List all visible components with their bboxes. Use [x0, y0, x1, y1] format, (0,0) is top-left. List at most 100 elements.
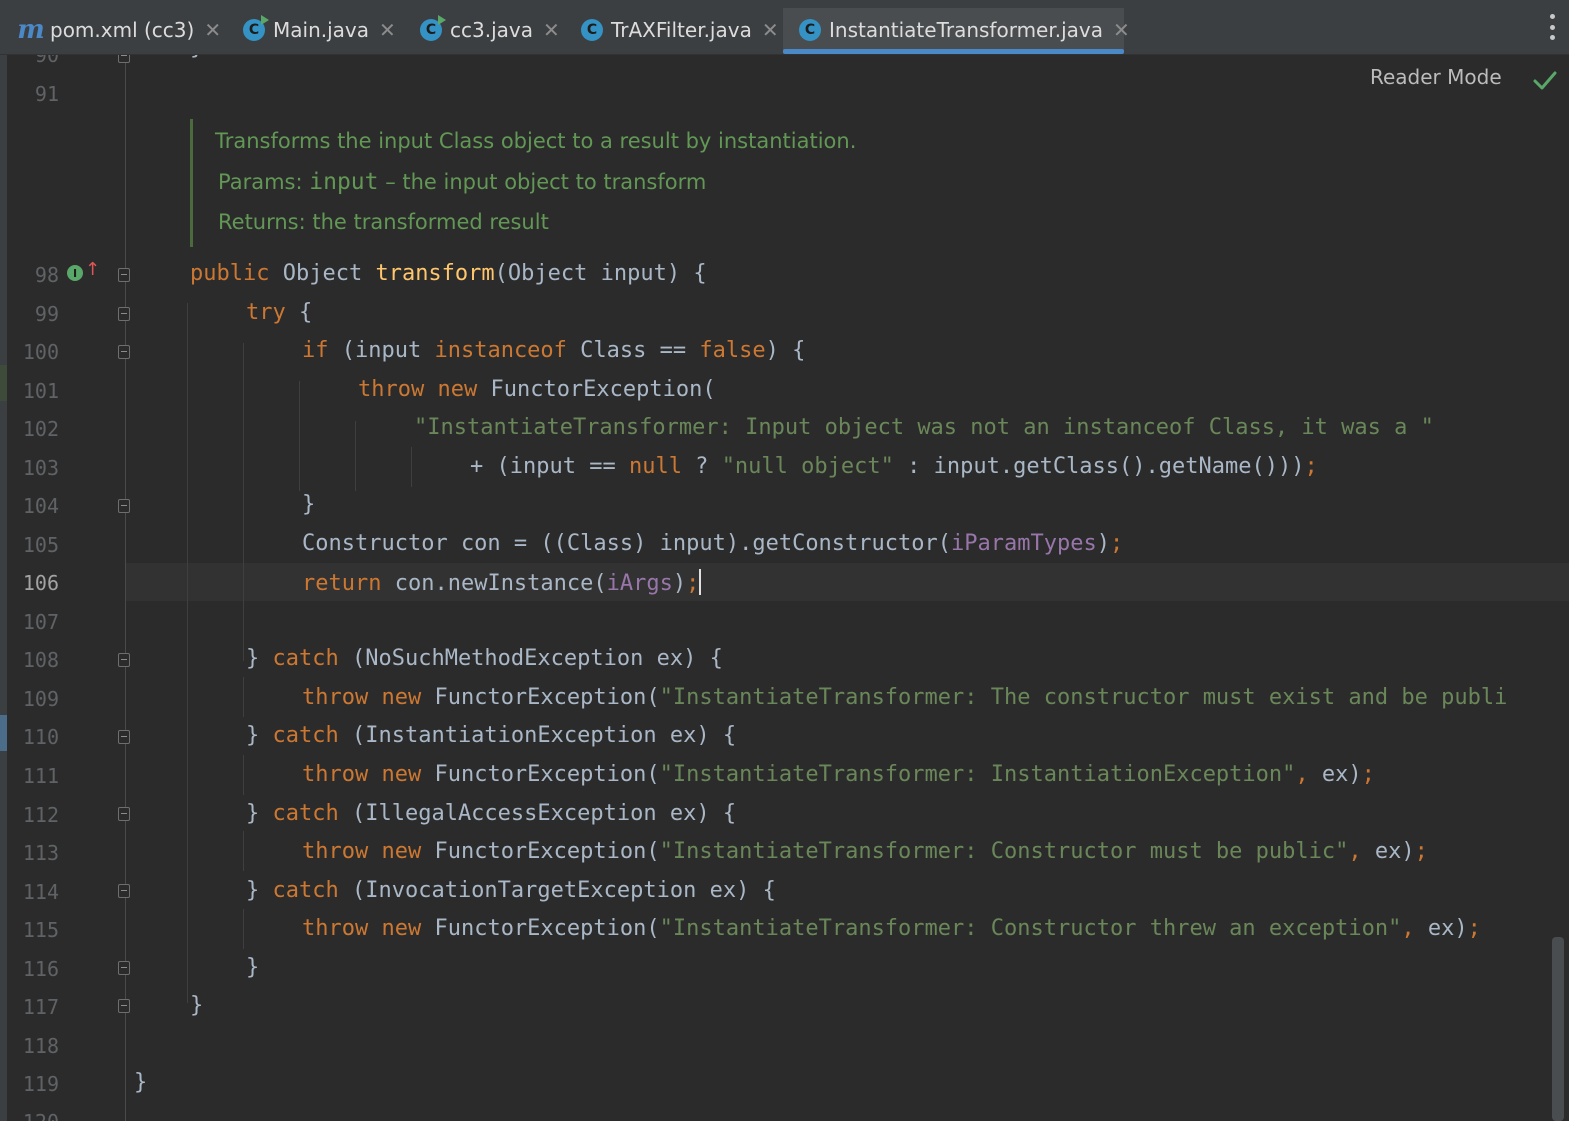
- fold-marker[interactable]: [118, 268, 130, 282]
- indent-guide: [243, 755, 244, 795]
- doc-summary: Transforms the input Class object to a r…: [215, 129, 857, 153]
- line-number: 105: [22, 533, 59, 557]
- doc-comment-bar: [190, 119, 193, 247]
- change-marker: [0, 365, 7, 401]
- code-line: } catch (InstantiationException ex) {: [246, 723, 737, 748]
- line-number: 119: [22, 1072, 59, 1096]
- arrow-up-icon: ↑: [85, 259, 101, 280]
- tab-instantiatetransformer-java[interactable]: C InstantiateTransformer.java ✕: [783, 8, 1130, 54]
- code-line: try {: [246, 300, 313, 325]
- indent-guide: [187, 303, 188, 1003]
- close-icon[interactable]: ✕: [379, 18, 396, 42]
- java-class-run-icon: C: [243, 15, 269, 41]
- line-number-current: 106: [22, 571, 59, 595]
- fold-marker[interactable]: [118, 999, 130, 1013]
- code-line: Constructor con = ((Class) input).getCon…: [302, 531, 1124, 556]
- code-line-current: return con.newInstance(iArgs);: [302, 569, 702, 596]
- doc-returns-desc: the transformed result: [312, 210, 549, 234]
- line-number: 99: [34, 302, 59, 326]
- line-number: 104: [22, 494, 59, 518]
- doc-returns: Returns: the transformed result: [218, 210, 549, 234]
- code-line: } catch (NoSuchMethodException ex) {: [246, 646, 723, 671]
- check-icon[interactable]: [1532, 67, 1558, 93]
- close-icon[interactable]: ✕: [1113, 18, 1130, 42]
- implements-method-icon[interactable]: I: [67, 265, 83, 281]
- code-line: }: [190, 55, 203, 60]
- indent-guide: [243, 909, 244, 949]
- fold-marker[interactable]: [118, 730, 130, 744]
- code-line: }: [302, 492, 316, 517]
- maven-icon: m: [17, 15, 45, 45]
- fold-marker[interactable]: [118, 961, 130, 975]
- code-line: "InstantiateTransformer: Input object wa…: [414, 415, 1434, 440]
- vertical-scrollbar[interactable]: [1552, 937, 1564, 1121]
- line-number: 102: [22, 417, 59, 441]
- line-number: 120: [14, 1110, 59, 1121]
- tab-label: InstantiateTransformer.java: [829, 18, 1104, 42]
- line-number: 111: [22, 764, 59, 788]
- java-class-run-icon: C: [420, 15, 446, 41]
- left-tool-strip: [0, 55, 7, 1121]
- fold-marker[interactable]: [118, 345, 130, 359]
- code-line: throw new FunctorException("InstantiateT…: [302, 685, 1508, 710]
- editor-tab-bar: m pom.xml (cc3) ✕ C Main.java ✕ C cc3.ja…: [0, 0, 1569, 55]
- line-number: 91: [34, 82, 59, 106]
- close-icon[interactable]: ✕: [543, 18, 560, 42]
- line-number: 116: [22, 957, 59, 981]
- line-number: 90: [34, 55, 59, 67]
- indent-guide: [243, 677, 244, 717]
- indent-guide: [243, 831, 244, 871]
- java-class-icon: C: [799, 19, 821, 41]
- tab-label: cc3.java: [450, 18, 533, 42]
- code-line: }: [134, 1070, 148, 1095]
- fold-marker[interactable]: [118, 884, 130, 898]
- tab-traxfilter-java[interactable]: C TrAXFilter.java ✕: [581, 8, 779, 52]
- code-line: throw new FunctorException("InstantiateT…: [302, 839, 1428, 864]
- line-number: 101: [22, 379, 59, 403]
- line-number: 107: [22, 610, 59, 634]
- tab-cc3-java[interactable]: C cc3.java ✕: [420, 8, 560, 52]
- code-line: throw new FunctorException("InstantiateT…: [302, 762, 1375, 787]
- doc-param-name: input: [309, 169, 379, 195]
- indent-guide: [299, 381, 300, 491]
- indent-guide: [355, 421, 356, 491]
- tab-main-java[interactable]: C Main.java ✕: [243, 8, 396, 52]
- close-icon[interactable]: ✕: [762, 18, 779, 42]
- fold-marker[interactable]: [118, 807, 130, 821]
- indent-guide: [411, 447, 412, 487]
- doc-params: Params: input – the input object to tran…: [218, 169, 706, 195]
- code-line: } catch (IllegalAccessException ex) {: [246, 801, 737, 826]
- code-line: throw new FunctorException(: [358, 377, 716, 402]
- reader-mode-button[interactable]: Reader Mode: [1370, 65, 1502, 89]
- code-editor[interactable]: Reader Mode 90 91 98 99 100 101 102 103 …: [0, 55, 1569, 1121]
- text-caret: [699, 569, 702, 595]
- code-line: if (input instanceof Class == false) {: [302, 338, 806, 363]
- fold-marker[interactable]: [118, 307, 130, 321]
- doc-param-desc: – the input object to transform: [378, 170, 707, 194]
- code-line: + (input == null ? "null object" : input…: [470, 454, 1318, 479]
- line-number: 118: [22, 1034, 59, 1058]
- fold-marker[interactable]: [118, 55, 130, 63]
- code-line: throw new FunctorException("InstantiateT…: [302, 916, 1481, 941]
- code-line: public Object transform(Object input) {: [190, 261, 707, 286]
- tab-pom-xml[interactable]: m pom.xml (cc3) ✕: [17, 8, 221, 52]
- fold-marker[interactable]: [118, 653, 130, 667]
- line-number: 100: [22, 340, 59, 364]
- fold-marker[interactable]: [118, 499, 130, 513]
- line-number: 108: [22, 648, 59, 672]
- doc-params-label: Params:: [218, 170, 303, 194]
- line-number: 113: [22, 841, 59, 865]
- close-icon[interactable]: ✕: [204, 18, 221, 42]
- java-class-icon: C: [581, 19, 603, 41]
- change-marker: [0, 715, 7, 751]
- line-number: 112: [22, 803, 59, 827]
- code-line: }: [246, 955, 260, 980]
- line-number: 109: [22, 687, 59, 711]
- line-number: 115: [22, 918, 59, 942]
- tab-label: pom.xml (cc3): [50, 18, 195, 42]
- line-number: 110: [22, 725, 59, 749]
- tab-label: TrAXFilter.java: [611, 18, 752, 42]
- line-number: 117: [22, 995, 59, 1019]
- more-options-icon[interactable]: [1549, 14, 1555, 40]
- line-number: 103: [22, 456, 59, 480]
